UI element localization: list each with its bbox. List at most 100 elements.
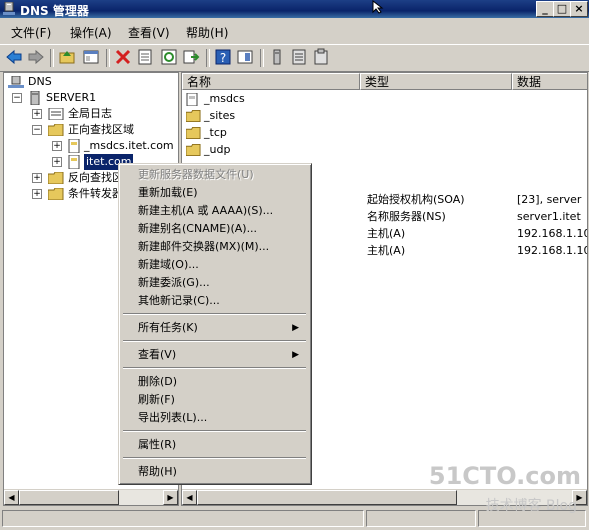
server-icon [30,91,40,105]
record-type: 主机(A) [367,244,406,257]
menu-item-properties[interactable]: 属性(R) [122,436,307,454]
status-cell [366,510,476,527]
zone-icon [68,155,80,169]
menu-item-label: 所有任务(K) [138,321,198,334]
clipboard-icon[interactable] [312,48,330,66]
menu-item-all-tasks[interactable]: 所有任务(K) ▶ [122,319,307,337]
list-icon[interactable] [290,48,308,66]
folder-icon [48,188,64,200]
record-data: 192.168.1.10 [517,244,588,257]
menu-item-export-list[interactable]: 导出列表(L)... [122,409,307,427]
forward-arrow-icon[interactable] [27,48,45,66]
menu-item-delete[interactable]: 删除(D) [122,373,307,391]
submenu-arrow-icon: ▶ [292,323,299,333]
toolbar-separator [206,49,210,67]
menu-item-other-records[interactable]: 其他新记录(C)... [122,292,307,310]
title-bar: DNS 管理器 _ □ × [0,0,589,18]
tree-label: SERVER1 [46,91,97,104]
menu-item-new-domain[interactable]: 新建域(O)... [122,256,307,274]
menu-item-label: 查看(V) [138,348,177,361]
refresh-icon[interactable] [160,48,178,66]
menu-item-new-alias[interactable]: 新建别名(CNAME)(A)... [122,220,307,238]
expand-icon[interactable]: + [32,189,42,199]
list-item-name: _msdcs [204,92,245,105]
help-icon[interactable]: ? [214,48,232,66]
record-type: 主机(A) [367,227,406,240]
folder-icon [48,124,64,136]
toolbar-separator [50,49,54,67]
menu-item-refresh[interactable]: 刷新(F) [122,391,307,409]
column-header-type[interactable]: 类型 [360,73,512,90]
collapse-icon[interactable]: − [32,125,42,135]
tree-label: DNS [28,75,52,88]
menu-separator [123,340,306,342]
tree-label: 全局日志 [68,107,112,120]
back-arrow-icon[interactable] [5,48,23,66]
tree-label: _msdcs.itet.com [84,139,174,152]
list-item-name: _sites [204,109,236,122]
folder-icon [186,127,201,139]
menu-item-new-host[interactable]: 新建主机(A 或 AAAA)(S)... [122,202,307,220]
mouse-cursor-icon [372,0,384,14]
expand-icon[interactable]: + [52,157,62,167]
scroll-left-icon[interactable]: ◀ [4,490,19,505]
menu-action[interactable]: 操作(A) [70,24,112,41]
menu-bar: 文件(F) 操作(A) 查看(V) 帮助(H) [0,20,589,42]
list-item-name: _udp [204,143,231,156]
scroll-thumb[interactable] [197,490,457,505]
record-data: 192.168.1.10 [517,227,588,240]
server-icon[interactable] [268,48,286,66]
tree-label: 条件转发器 [68,187,123,200]
up-folder-icon[interactable] [58,48,76,66]
tree-label: 反向查找区 [68,171,123,184]
show-hide-tree-icon[interactable] [82,48,100,66]
menu-item-update-file: 更新服务器数据文件(U) [138,168,254,181]
folder-icon [186,110,201,122]
minimize-button[interactable]: _ [536,1,554,17]
expand-icon[interactable]: + [32,109,42,119]
scroll-thumb[interactable] [19,490,119,505]
list-item-name: _tcp [204,126,227,139]
window-title: DNS 管理器 [20,4,89,18]
menu-view[interactable]: 查看(V) [128,24,170,41]
folder-icon [48,172,64,184]
menu-item-help[interactable]: 帮助(H) [122,463,307,481]
menu-item-new-mx[interactable]: 新建邮件交换器(MX)(M)... [122,238,307,256]
view-icon[interactable] [236,48,254,66]
scroll-left-icon[interactable]: ◀ [182,490,197,505]
svg-text:?: ? [220,51,226,65]
record-type: 起始授权机构(SOA) [367,193,465,206]
menu-separator [123,367,306,369]
record-type: 名称服务器(NS) [367,210,446,223]
context-menu: 更新服务器数据文件(U) 重新加载(E) 新建主机(A 或 AAAA)(S)..… [118,163,312,485]
toolbar: ? [0,44,589,72]
export-icon[interactable] [182,48,200,66]
expand-icon[interactable]: + [32,173,42,183]
tree-horizontal-scrollbar[interactable]: ◀ ▶ [4,489,178,505]
zone-icon [186,93,198,106]
dns-icon [8,76,24,88]
menu-item-view[interactable]: 查看(V) ▶ [122,346,307,364]
scroll-right-icon[interactable]: ▶ [163,490,178,505]
submenu-arrow-icon: ▶ [292,350,299,360]
status-cell [2,510,364,527]
close-button[interactable]: × [570,1,588,17]
menu-file[interactable]: 文件(F) [11,24,51,41]
log-icon [48,108,64,120]
folder-icon [186,144,201,156]
column-header-name[interactable]: 名称 [182,73,360,90]
menu-item-new-delegation[interactable]: 新建委派(G)... [122,274,307,292]
watermark-logo: 51CTO.com [428,462,581,490]
menu-help[interactable]: 帮助(H) [186,24,228,41]
maximize-button[interactable]: □ [553,1,571,17]
properties-icon[interactable] [136,48,154,66]
record-data: server1.itet [517,210,581,223]
collapse-icon[interactable]: − [12,93,22,103]
column-header-data[interactable]: 数据 [512,73,587,90]
menu-separator [123,457,306,459]
expand-icon[interactable]: + [52,141,62,151]
menu-item-reload[interactable]: 重新加载(E) [122,184,307,202]
delete-icon[interactable] [114,48,132,66]
tree-label: 正向查找区域 [68,123,134,136]
menu-separator [123,430,306,432]
